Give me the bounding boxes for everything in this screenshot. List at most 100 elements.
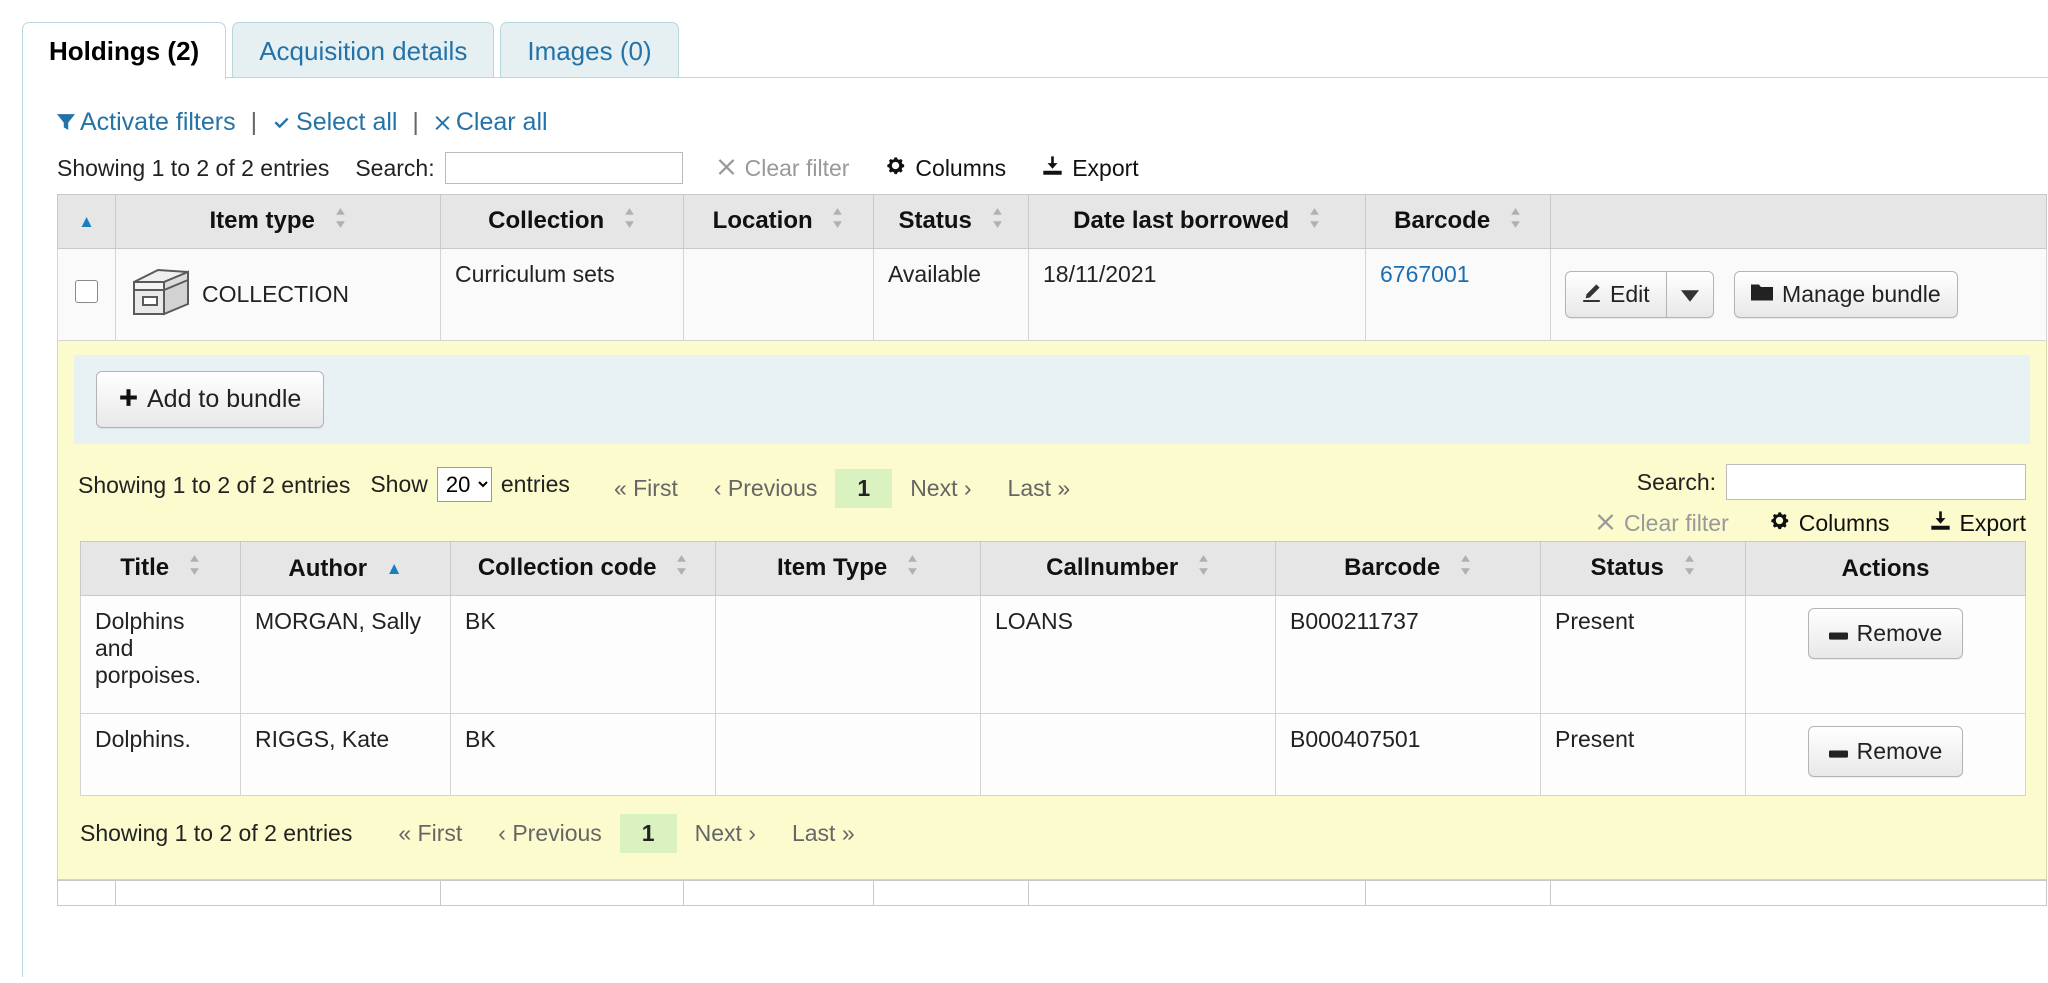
- edit-button-group: Edit: [1565, 271, 1714, 318]
- holdings-row-checkbox[interactable]: [75, 280, 98, 303]
- bundle-row-actions-cell: Remove: [1746, 714, 2026, 796]
- bundle-col-actions: Actions: [1746, 542, 2026, 596]
- edit-button[interactable]: Edit: [1565, 271, 1666, 318]
- bundle-pager-next[interactable]: Next ›: [892, 469, 989, 508]
- bundle-bottom-pager-next[interactable]: Next ›: [677, 814, 774, 853]
- bundle-col-collection-code-label: Collection code: [478, 554, 657, 581]
- next-row-cell: [58, 881, 116, 906]
- holdings-clear-filter-button[interactable]: Clear filter: [717, 155, 850, 182]
- bundle-col-item-type-label: Item Type: [777, 554, 887, 581]
- remove-button[interactable]: Remove: [1808, 726, 1964, 777]
- x-mark-icon: [434, 109, 451, 138]
- table-row: Dolphins. RIGGS, Kate BK B000407501 Pres…: [81, 714, 2026, 796]
- minus-icon: [1829, 620, 1848, 647]
- remove-button[interactable]: Remove: [1808, 608, 1964, 659]
- bundle-pager-top: « First ‹ Previous 1 Next › Last »: [596, 464, 1088, 508]
- bundle-row-barcode-cell: B000407501: [1276, 714, 1541, 796]
- holdings-col-barcode[interactable]: Barcode: [1366, 195, 1551, 249]
- minus-icon: [1829, 738, 1848, 765]
- remove-button-label: Remove: [1857, 738, 1943, 765]
- bundle-pager-last-label: Last: [1008, 475, 1051, 501]
- bundle-columns-button[interactable]: Columns: [1769, 510, 1890, 537]
- bundle-bottom-pager-last[interactable]: Last »: [774, 814, 873, 853]
- holdings-col-actions: [1551, 195, 2047, 249]
- bundle-col-barcode[interactable]: Barcode: [1276, 542, 1541, 596]
- sort-both-icon: [1683, 554, 1696, 583]
- tab-bar: Holdings (2) Acquisition details Images …: [0, 0, 2048, 78]
- plus-icon: [119, 385, 138, 414]
- bundle-bottom-pager-page-1[interactable]: 1: [620, 814, 677, 853]
- holdings-table-header-row: ▲ Item type Collection: [58, 195, 2047, 249]
- bundle-entries-info: Showing 1 to 2 of 2 entries: [78, 464, 350, 499]
- sort-both-icon: [991, 207, 1004, 236]
- next-row-cell: [1366, 881, 1551, 906]
- holdings-row-collection-cell: Curriculum sets: [441, 249, 684, 341]
- bundle-pager-page-1[interactable]: 1: [835, 469, 892, 508]
- holdings-col-date-last-borrowed[interactable]: Date last borrowed: [1029, 195, 1366, 249]
- remove-button-label: Remove: [1857, 620, 1943, 647]
- holdings-col-location-label: Location: [713, 207, 813, 234]
- holdings-col-item-type[interactable]: Item type: [116, 195, 441, 249]
- holdings-columns-label: Columns: [915, 155, 1006, 182]
- pencil-icon: [1582, 281, 1601, 308]
- next-row-cell: [874, 881, 1029, 906]
- bundle-action-bar: Add to bundle: [74, 355, 2030, 444]
- tab-holdings-label: Holdings (2): [49, 36, 199, 66]
- bundle-page-length-select[interactable]: 20: [437, 467, 492, 502]
- holdings-col-collection[interactable]: Collection: [441, 195, 684, 249]
- download-icon: [1042, 155, 1063, 182]
- select-all-link[interactable]: Select all: [272, 108, 404, 136]
- bundle-bottom-pager-first[interactable]: « First: [380, 814, 480, 853]
- manage-bundle-button[interactable]: Manage bundle: [1734, 271, 1958, 318]
- holdings-col-location[interactable]: Location: [684, 195, 874, 249]
- holdings-columns-button[interactable]: Columns: [885, 155, 1006, 182]
- sort-both-icon: [1308, 207, 1321, 236]
- bundle-col-collection-code[interactable]: Collection code: [451, 542, 716, 596]
- table-row: [58, 881, 2047, 906]
- bundle-entries-label: entries: [501, 471, 570, 498]
- archive-box-icon: [130, 266, 192, 324]
- chevron-down-icon: [1681, 281, 1699, 308]
- bundle-row-author-cell: RIGGS, Kate: [241, 714, 451, 796]
- bundle-pager-first[interactable]: « First: [596, 469, 696, 508]
- tab-holdings[interactable]: Holdings (2): [22, 22, 226, 79]
- bundle-pager-previous[interactable]: ‹ Previous: [696, 469, 836, 508]
- holdings-col-status[interactable]: Status: [874, 195, 1029, 249]
- bundle-pager-first-label: First: [633, 475, 678, 501]
- download-icon: [1930, 510, 1951, 537]
- next-row-cell: [1551, 881, 2047, 906]
- tab-acquisition-details[interactable]: Acquisition details: [232, 22, 494, 79]
- bundle-search-input[interactable]: [1726, 464, 2026, 500]
- bundle-toolbar: Showing 1 to 2 of 2 entries Show 20 entr…: [74, 460, 2030, 541]
- bundle-table-header-row: Title Author ▲ Collection code: [81, 542, 2026, 596]
- bundle-col-status[interactable]: Status: [1541, 542, 1746, 596]
- holdings-export-button[interactable]: Export: [1042, 155, 1138, 182]
- holdings-search: Search:: [355, 152, 682, 184]
- manage-bundle-button-label: Manage bundle: [1782, 281, 1941, 308]
- sort-both-icon: [831, 207, 844, 236]
- bundle-col-item-type[interactable]: Item Type: [716, 542, 981, 596]
- holdings-col-item-type-label: Item type: [209, 207, 314, 234]
- bundle-export-button[interactable]: Export: [1930, 510, 2026, 537]
- activate-filters-link[interactable]: Activate filters: [57, 108, 243, 136]
- bundle-col-callnumber[interactable]: Callnumber: [981, 542, 1276, 596]
- bundle-bottom-pager-previous[interactable]: ‹ Previous: [480, 814, 620, 853]
- add-to-bundle-button[interactable]: Add to bundle: [96, 371, 324, 428]
- next-row-cell: [684, 881, 874, 906]
- bundle-col-author[interactable]: Author ▲: [241, 542, 451, 596]
- bundle-row-status-cell: Present: [1541, 714, 1746, 796]
- bundle-row-author-cell: MORGAN, Sally: [241, 596, 451, 714]
- bundle-row-callnumber-cell: LOANS: [981, 596, 1276, 714]
- holdings-row-barcode-link[interactable]: 6767001: [1380, 261, 1470, 287]
- holdings-col-select[interactable]: ▲: [58, 195, 116, 249]
- bundle-pager-last[interactable]: Last »: [990, 469, 1089, 508]
- holdings-search-input[interactable]: [445, 152, 683, 184]
- next-row-cell: [441, 881, 684, 906]
- bundle-clear-filter-button[interactable]: Clear filter: [1596, 510, 1729, 537]
- clear-all-link[interactable]: Clear all: [434, 108, 548, 136]
- edit-dropdown-toggle[interactable]: [1666, 271, 1714, 318]
- sort-both-icon: [623, 207, 636, 236]
- bundle-bottom-pager-last-label: Last: [792, 820, 835, 846]
- tab-images[interactable]: Images (0): [500, 22, 678, 79]
- bundle-col-title[interactable]: Title: [81, 542, 241, 596]
